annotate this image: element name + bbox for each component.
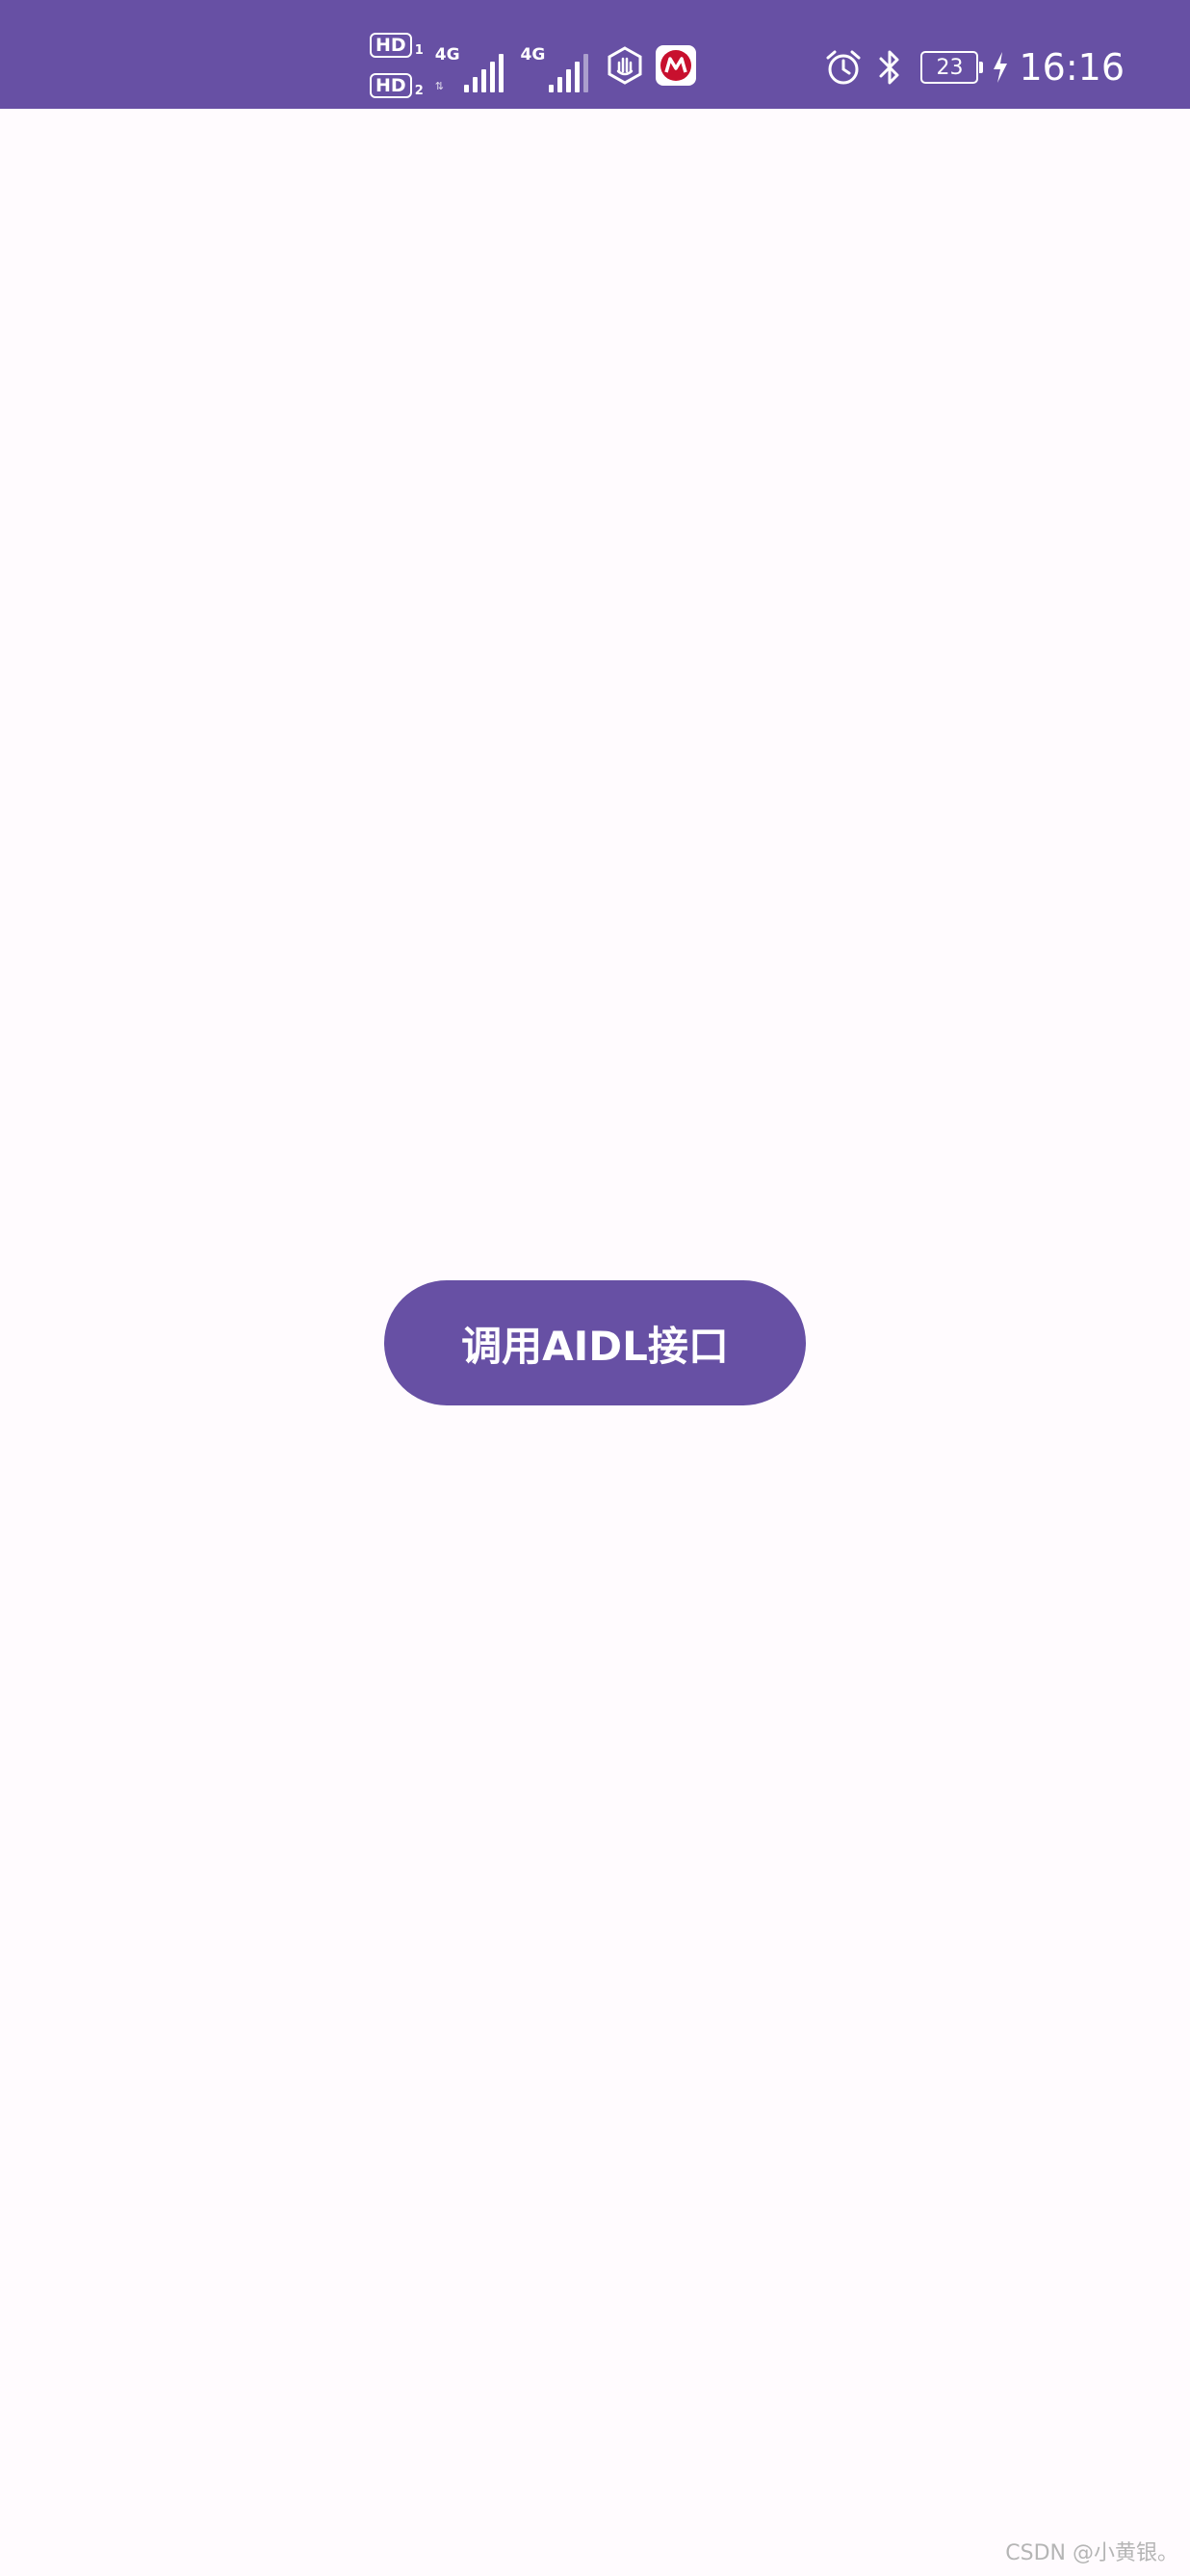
battery-icon: 23: [920, 51, 984, 84]
signal-icon: [463, 54, 507, 92]
charging-icon: [994, 52, 1008, 83]
app-logo-mark-icon: [660, 50, 692, 81]
hexagon-hand-icon: [608, 46, 642, 85]
hd-voice-indicators: HD 1 HD 2: [370, 33, 424, 98]
app-logo-icon: [656, 45, 697, 86]
status-bar-left: HD 1 HD 2 4G ⇅ 4G: [370, 33, 697, 98]
call-aidl-interface-button[interactable]: 调用AIDL接口: [384, 1280, 806, 1405]
status-bar-right: 23 16:16: [824, 40, 1125, 94]
alarm-icon: [826, 50, 861, 85]
sim2-network-type: 4G: [520, 45, 546, 64]
sim1-index: 1: [414, 43, 424, 58]
status-time: 16:16: [1019, 46, 1125, 89]
battery-level: 23: [936, 55, 964, 80]
sim1-hd-badge: HD: [370, 33, 412, 58]
sim2-hd-indicator: HD 2: [370, 73, 424, 98]
data-arrows-icon: ⇅: [434, 80, 444, 92]
signal-icon: [549, 54, 592, 92]
sim2-index: 2: [414, 84, 424, 98]
app-screen: HD 1 HD 2 4G ⇅ 4G 23 16:16 调用AIDL接口 CSDN…: [0, 0, 1190, 2576]
sim1-hd-indicator: HD 1: [370, 33, 424, 58]
sim2-network-label: 4G ⇅: [521, 46, 546, 92]
status-bar: HD 1 HD 2 4G ⇅ 4G 23 16:16: [0, 0, 1190, 109]
watermark: CSDN @小黄银。: [1005, 2541, 1178, 2565]
sim1-network-label: 4G ⇅: [435, 46, 460, 92]
sim1-network-type: 4G: [434, 45, 460, 64]
bluetooth-icon: [879, 50, 899, 85]
sim1-signal: 4G ⇅: [435, 39, 507, 92]
sim2-signal: 4G ⇅: [521, 39, 593, 92]
sim2-hd-badge: HD: [370, 73, 412, 98]
